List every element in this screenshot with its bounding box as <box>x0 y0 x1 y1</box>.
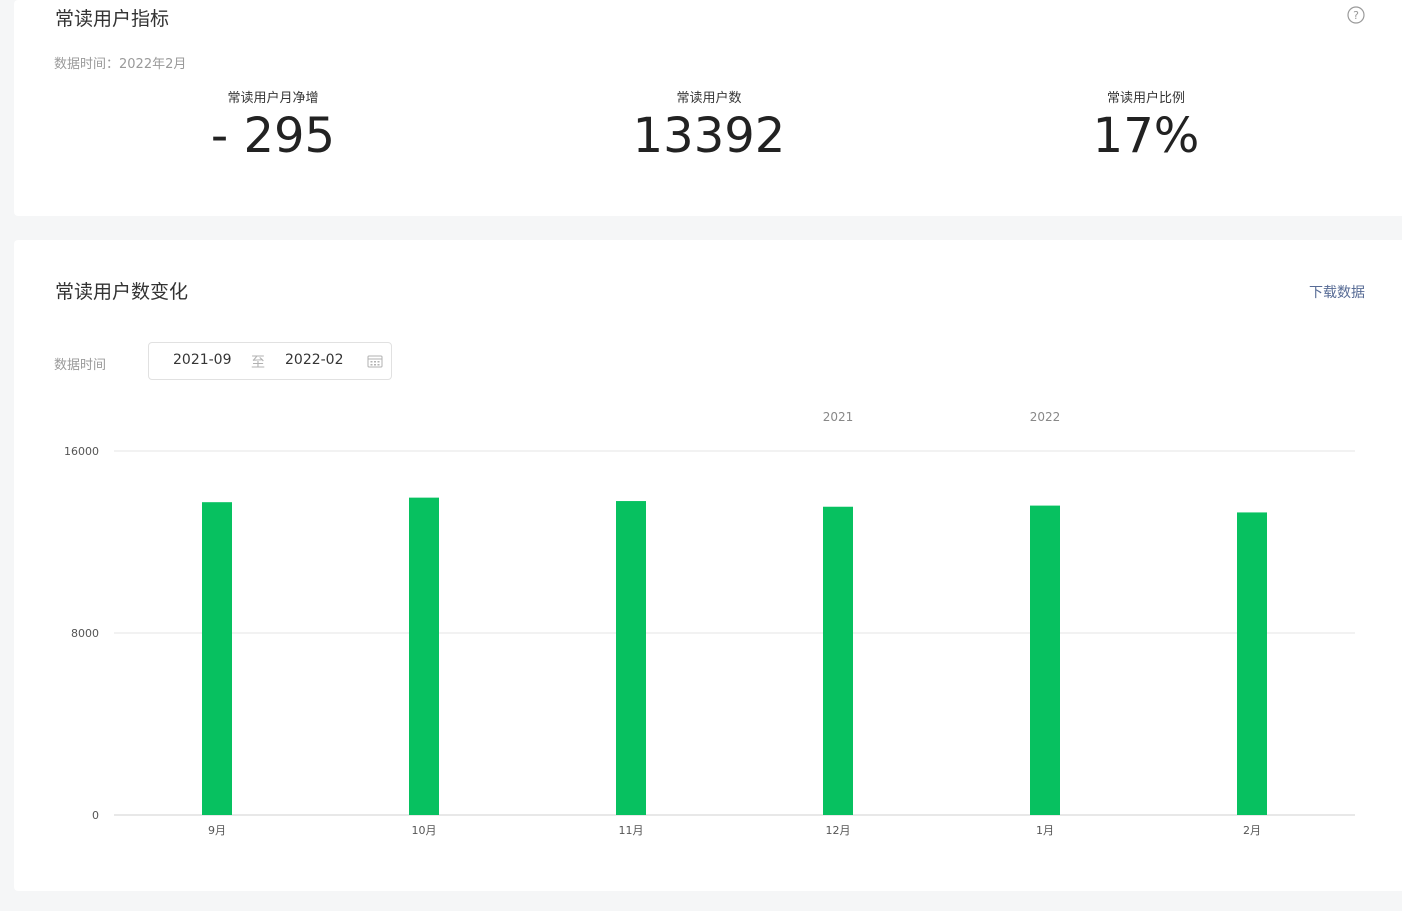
metrics-data-time: 数据时间：2022年2月 <box>54 57 187 72</box>
bar <box>409 497 439 815</box>
metrics-card: 常读用户指标 ? 数据时间：2022年2月 常读用户月净增 - 295 常读用户… <box>14 0 1402 216</box>
year-marker-label: 2021 <box>823 410 854 424</box>
metric-regular-ratio: 常读用户比例 17% <box>996 90 1296 164</box>
metric-net-increase: 常读用户月净增 - 295 <box>123 90 423 164</box>
metric-value: 13392 <box>632 108 786 164</box>
metric-label: 常读用户月净增 <box>227 91 319 106</box>
metric-regular-readers: 常读用户数 13392 <box>559 90 859 164</box>
metric-label: 常读用户比例 <box>1106 91 1185 106</box>
date-range-picker[interactable]: 2021-09 至 2022-02 <box>148 342 392 380</box>
bar <box>616 501 646 815</box>
question-circle-icon[interactable]: ? <box>1347 6 1365 24</box>
y-tick-label: 0 <box>92 809 99 822</box>
x-tick-label: 12月 <box>826 824 851 837</box>
x-tick-label: 10月 <box>412 824 437 837</box>
bar <box>1030 505 1060 815</box>
svg-text:?: ? <box>1353 9 1359 22</box>
year-marker-label: 2022 <box>1030 410 1061 424</box>
range-end-value[interactable]: 2022-02 <box>285 352 344 368</box>
bar <box>823 506 853 815</box>
download-data-link[interactable]: 下载数据 <box>1309 282 1365 302</box>
bar <box>202 502 232 815</box>
metrics-card-title: 常读用户指标 <box>55 8 170 30</box>
x-tick-label: 9月 <box>208 824 226 837</box>
range-start-value[interactable]: 2021-09 <box>173 352 232 368</box>
calendar-icon[interactable] <box>367 354 383 368</box>
x-tick-label: 2月 <box>1243 824 1261 837</box>
metric-value: 17% <box>1092 108 1200 164</box>
y-tick-label: 16000 <box>64 445 99 458</box>
y-tick-label: 8000 <box>71 627 99 640</box>
range-label: 数据时间 <box>54 358 107 373</box>
trend-card-title: 常读用户数变化 <box>55 281 189 303</box>
metric-label: 常读用户数 <box>676 91 742 106</box>
x-tick-label: 11月 <box>619 824 644 837</box>
x-tick-label: 1月 <box>1036 824 1054 837</box>
readers-bar-chart: 0 8000 16000 9月 10月 11月 12月 1月 2月 2021 2022 <box>64 410 1355 837</box>
range-separator: 至 <box>251 355 265 371</box>
metric-value: - 295 <box>210 108 336 164</box>
bar <box>1237 512 1267 815</box>
